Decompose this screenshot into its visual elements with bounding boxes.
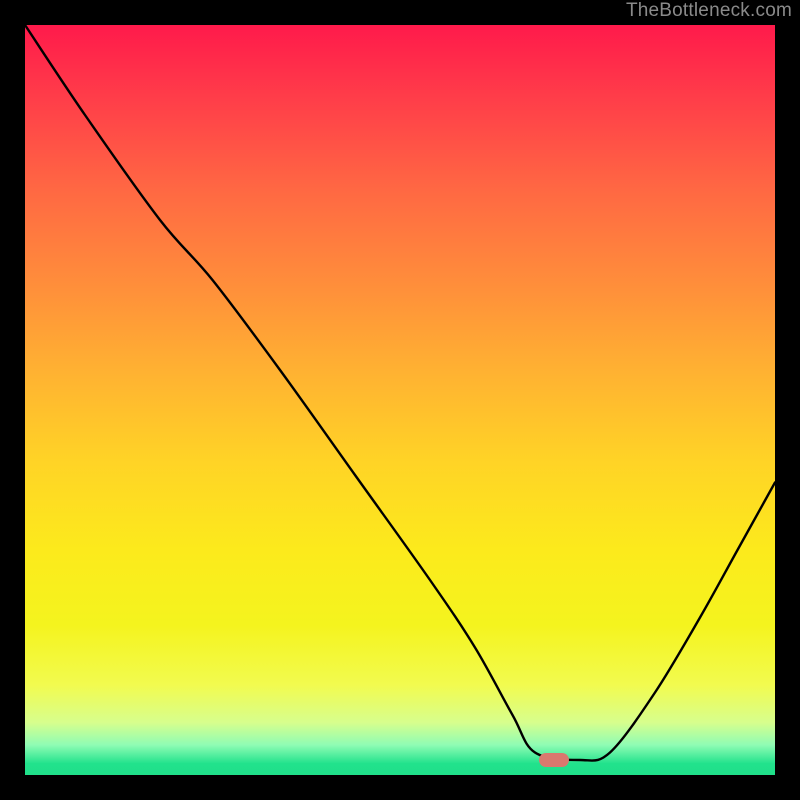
watermark-label: TheBottleneck.com bbox=[626, 0, 792, 22]
chart-frame: TheBottleneck.com bbox=[0, 0, 800, 800]
curve-path bbox=[25, 25, 775, 761]
bottleneck-curve bbox=[25, 25, 775, 775]
chart-plot-area bbox=[25, 25, 775, 775]
optimal-marker bbox=[539, 753, 569, 767]
